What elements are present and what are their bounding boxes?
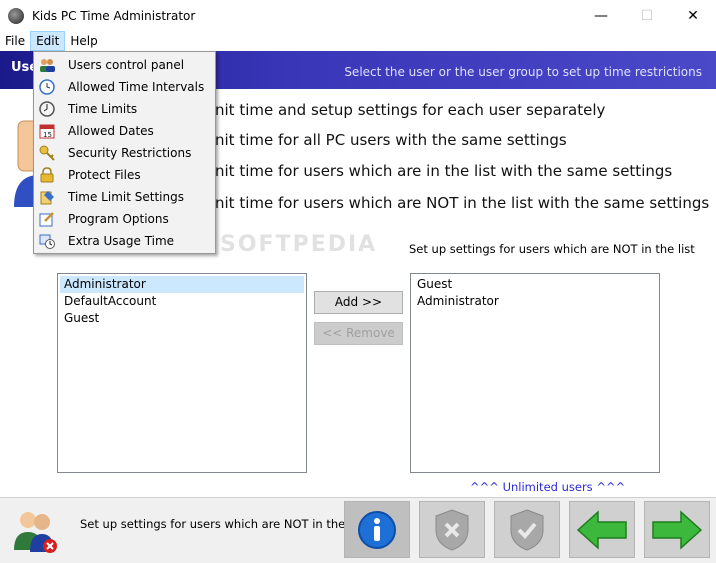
menu-item-label: Allowed Time Intervals [68,80,205,94]
restricted-users-list[interactable]: Guest Administrator [410,273,660,473]
svg-text:15: 15 [43,131,52,139]
menu-item-allowed-dates[interactable]: 15 Allowed Dates [34,120,215,142]
menu-help[interactable]: Help [65,31,102,51]
accept-button[interactable] [494,501,560,558]
options-icon [38,210,56,228]
option-users-not-in-list[interactable]: nit time for users which are NOT in the … [215,194,709,212]
menu-item-users-control-panel[interactable]: Users control panel [34,54,215,76]
title-bar: Kids PC Time Administrator — ☐ ✕ [0,0,716,31]
reject-button[interactable] [419,501,485,558]
list-item[interactable]: Guest [60,310,304,327]
edit-menu-dropdown: Users control panel Allowed Time Interva… [33,51,216,254]
remove-button[interactable]: << Remove [314,322,403,345]
menu-edit[interactable]: Edit [30,31,66,51]
menu-bar: File Edit Help [0,31,716,51]
menu-item-label: Allowed Dates [68,124,154,138]
extra-time-icon [38,232,56,250]
option-users-in-list[interactable]: nit time for users which are in the list… [215,162,672,180]
list-item[interactable]: DefaultAccount [60,293,304,310]
list-item[interactable]: Guest [413,276,657,293]
watermark: SOFTPEDIA [220,232,378,257]
window-controls: — ☐ ✕ [578,0,716,31]
option-each-user[interactable]: nit time and setup settings for each use… [215,101,605,119]
footer-text: Set up settings for users which are NOT … [80,517,366,531]
menu-item-label: Protect Files [68,168,141,182]
app-icon [8,7,24,24]
clock-icon [38,78,56,96]
menu-item-time-limits[interactable]: Time Limits [34,98,215,120]
back-button[interactable] [569,501,635,558]
list-item[interactable]: Administrator [413,293,657,310]
menu-item-label: Security Restrictions [68,146,192,160]
maximize-button[interactable]: ☐ [624,0,670,31]
menu-item-program-options[interactable]: Program Options [34,208,215,230]
all-users-list[interactable]: Administrator DefaultAccount Guest [57,273,307,473]
header-instructions: Select the user or the user group to set… [344,65,702,79]
users-remove-icon [14,512,57,553]
arrow-right-icon [652,509,703,550]
menu-item-label: Users control panel [68,58,185,72]
calendar-icon: 15 [38,122,56,140]
users-icon [38,56,56,74]
menu-item-security-restrictions[interactable]: Security Restrictions [34,142,215,164]
menu-item-label: Time Limits [68,102,138,116]
key-icon [38,144,56,162]
close-button[interactable]: ✕ [670,0,716,31]
timer-icon [38,100,56,118]
option-all-users[interactable]: nit time for all PC users with the same … [215,131,567,149]
next-button[interactable] [644,501,710,558]
shield-x-icon [435,508,469,551]
menu-item-time-limit-settings[interactable]: Time Limit Settings [34,186,215,208]
menu-file[interactable]: File [0,31,30,51]
info-icon [358,510,396,549]
window-title: Kids PC Time Administrator [32,8,196,23]
menu-item-label: Time Limit Settings [68,190,184,204]
menu-item-label: Program Options [68,212,169,226]
arrow-left-icon [576,509,627,550]
settings-icon [38,188,56,206]
shield-check-icon [510,508,544,551]
menu-item-protect-files[interactable]: Protect Files [34,164,215,186]
right-list-label: Set up settings for users which are NOT … [409,242,695,256]
menu-item-extra-usage-time[interactable]: Extra Usage Time [34,230,215,252]
add-button[interactable]: Add >> [314,291,403,314]
minimize-button[interactable]: — [578,0,624,31]
unlimited-users-label: ^^^ Unlimited users ^^^ [470,480,626,494]
list-item[interactable]: Administrator [60,276,304,293]
info-button[interactable] [344,501,410,558]
lock-icon [38,166,56,184]
menu-item-allowed-time-intervals[interactable]: Allowed Time Intervals [34,76,215,98]
menu-item-label: Extra Usage Time [68,234,175,248]
footer: Set up settings for users which are NOT … [0,497,716,563]
